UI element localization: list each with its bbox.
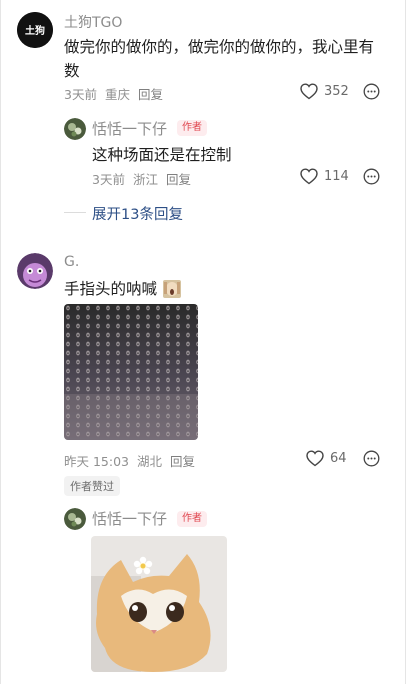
- reply-meta: 3天前 浙江 回复: [92, 169, 191, 188]
- author-tag: 作者: [177, 511, 207, 527]
- avatar-text: 土狗: [25, 24, 45, 37]
- reply-author[interactable]: 恬恬一下仔: [92, 118, 167, 139]
- avatar[interactable]: [17, 253, 53, 289]
- heart-icon[interactable]: [306, 450, 324, 467]
- reply-text: 这种场面还是在控制: [92, 146, 232, 164]
- reply-author[interactable]: 恬恬一下仔: [92, 508, 167, 529]
- comment-meta: 昨天 15:03 湖北 回复: [64, 451, 195, 470]
- reply-time: 3天前: [92, 172, 125, 187]
- comment-text: 做完你的做你的，做完你的做你的，我心里有数: [64, 38, 375, 80]
- comment-text-content: 手指头的呐喊: [64, 280, 158, 298]
- heart-icon[interactable]: [300, 168, 318, 185]
- comment-location: 重庆: [104, 87, 130, 102]
- like-count: 64: [330, 451, 347, 466]
- comment-list: 土狗 土狗TGO 做完你的做你的，做完你的做你的，我心里有数 3天前 重庆 回复…: [0, 0, 406, 684]
- expand-divider: [64, 212, 86, 213]
- comment-author[interactable]: 土狗TGO: [64, 12, 122, 32]
- reply-button[interactable]: 回复: [166, 172, 191, 187]
- reply-image[interactable]: [91, 536, 227, 672]
- reply-location: 浙江: [132, 172, 158, 187]
- comment-image[interactable]: [64, 304, 198, 440]
- more-icon[interactable]: [363, 83, 380, 100]
- reply-avatar[interactable]: [64, 508, 86, 530]
- reply-avatar[interactable]: [64, 118, 86, 140]
- more-icon[interactable]: [363, 450, 380, 467]
- reply-button[interactable]: 回复: [138, 87, 163, 102]
- like-count: 352: [324, 84, 349, 99]
- comment-text: 手指头的呐喊: [64, 277, 181, 301]
- comment-author[interactable]: G.: [64, 254, 79, 270]
- more-icon[interactable]: [363, 168, 380, 185]
- comment-location: 湖北: [136, 454, 162, 469]
- author-tag: 作者: [177, 120, 207, 136]
- like-count: 114: [324, 169, 349, 184]
- comment-meta: 3天前 重庆 回复: [64, 84, 163, 103]
- reply-button[interactable]: 回复: [170, 454, 195, 469]
- scream-emoji-icon: [162, 279, 182, 299]
- author-liked-badge: 作者赞过: [64, 476, 120, 496]
- avatar[interactable]: 土狗: [17, 12, 53, 48]
- comment-time: 3天前: [64, 87, 97, 102]
- heart-icon[interactable]: [300, 83, 318, 100]
- comment-time: 昨天 15:03: [64, 454, 129, 469]
- expand-replies-button[interactable]: 展开13条回复: [92, 203, 183, 224]
